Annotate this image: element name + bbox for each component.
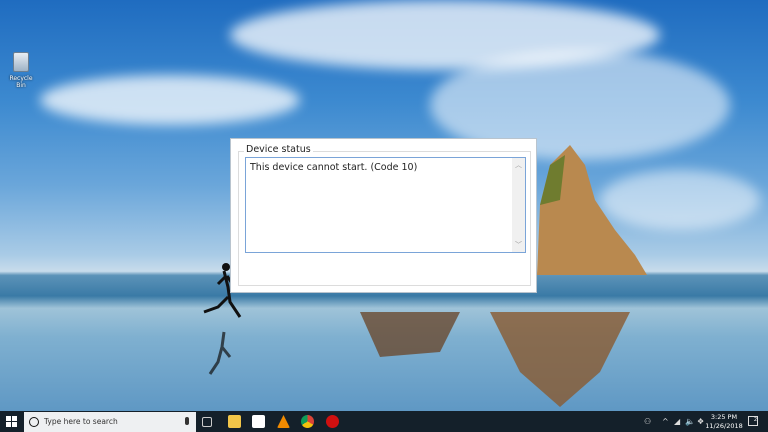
- recycle-bin-icon: [13, 52, 29, 72]
- chevron-up-icon[interactable]: ^: [662, 417, 669, 426]
- desktop-icon-label: Recycle Bin: [9, 75, 33, 89]
- notification-count: 2: [753, 417, 757, 423]
- scroll-up-icon[interactable]: ︿: [512, 160, 525, 170]
- red-circle-icon[interactable]: [326, 415, 339, 428]
- clock[interactable]: 3:25 PM 11/26/2018: [704, 413, 744, 431]
- cortana-icon[interactable]: [29, 417, 39, 427]
- search-box[interactable]: Type here to search: [24, 412, 196, 432]
- notification-icon[interactable]: 2: [748, 416, 758, 426]
- vlc-cone-icon[interactable]: [277, 415, 290, 428]
- device-status-group: Device status This device cannot start. …: [238, 144, 531, 286]
- start-button[interactable]: [6, 416, 17, 427]
- cloud: [40, 75, 300, 125]
- taskbar: Type here to search ⚇ ^ ◢ 🔈 ❖ 3:25 PM 11…: [0, 411, 768, 432]
- date: 11/26/2018: [705, 422, 743, 430]
- people-icon[interactable]: ⚇: [644, 417, 651, 426]
- status-text: This device cannot start. (Code 10): [250, 162, 418, 173]
- rock-reflection: [360, 312, 630, 407]
- store-icon[interactable]: [252, 415, 265, 428]
- file-explorer-icon[interactable]: [228, 415, 241, 428]
- volume-icon[interactable]: 🔈: [685, 417, 695, 426]
- network-icon[interactable]: ◢: [674, 417, 680, 426]
- vertical-scrollbar[interactable]: ︿ ﹀: [512, 158, 525, 252]
- scroll-down-icon[interactable]: ﹀: [512, 240, 525, 250]
- desktop-icon-recycle-bin[interactable]: Recycle Bin: [4, 52, 38, 89]
- task-view-icon[interactable]: [202, 417, 212, 427]
- search-placeholder: Type here to search: [44, 417, 118, 426]
- device-status-textbox[interactable]: This device cannot start. (Code 10) ︿ ﹀: [245, 157, 526, 253]
- sea-rock: [537, 145, 647, 275]
- device-status-dialog: Device status This device cannot start. …: [230, 138, 537, 293]
- time: 3:25 PM: [710, 413, 738, 421]
- microphone-icon[interactable]: [185, 417, 189, 425]
- chrome-icon[interactable]: [301, 415, 314, 428]
- group-label: Device status: [244, 144, 313, 155]
